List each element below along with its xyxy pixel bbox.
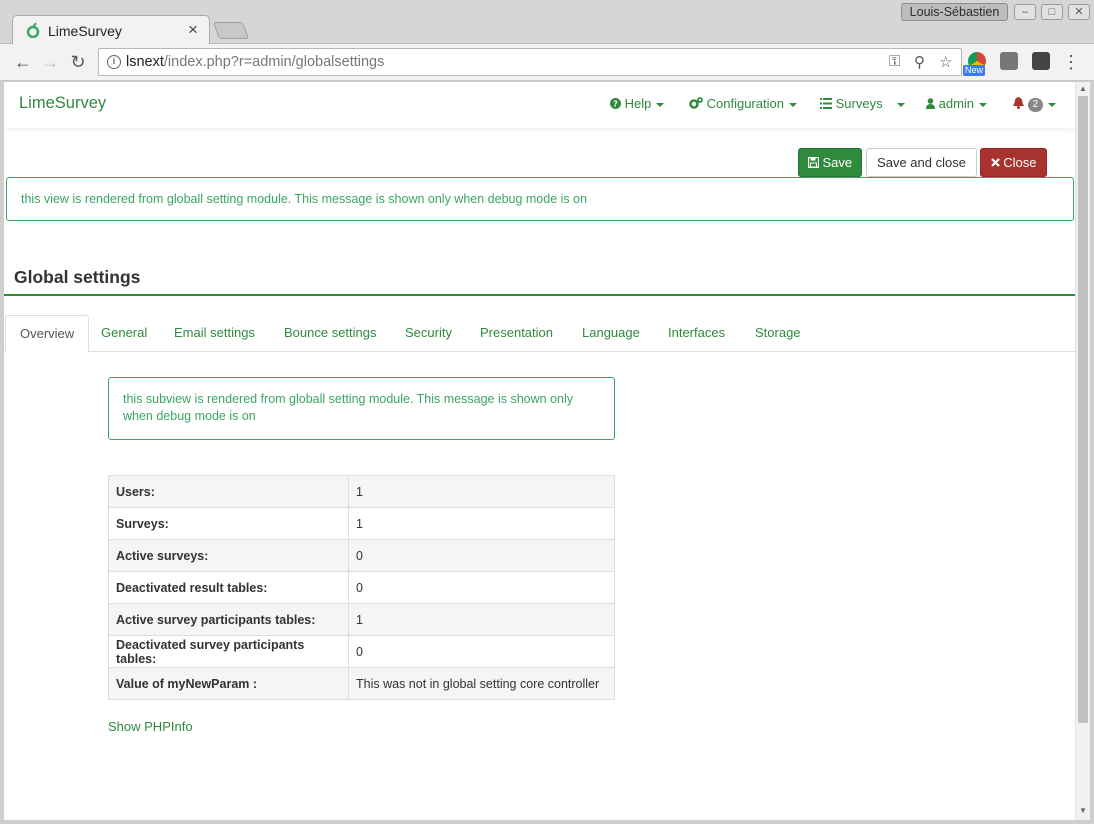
table-row: Active surveys: 0 xyxy=(108,539,615,572)
stat-label: Active survey participants tables: xyxy=(108,603,349,636)
save-label: Save xyxy=(822,155,853,170)
limesurvey-favicon-icon xyxy=(26,22,40,38)
url-text[interactable]: lsnext/index.php?r=admin/globalsettings xyxy=(126,54,384,70)
bookmark-star-icon[interactable]: ☆ xyxy=(939,53,952,71)
notifications-menu[interactable]: 2 xyxy=(1013,96,1057,112)
settings-tabs: Overview General Email settings Bounce s… xyxy=(4,315,1075,353)
cogs-icon xyxy=(689,97,703,109)
info-icon[interactable]: i xyxy=(107,55,121,69)
tab-bounce-settings[interactable]: Bounce settings xyxy=(270,315,391,352)
table-row: Users: 1 xyxy=(108,475,615,508)
key-icon[interactable]: ⚿ xyxy=(889,53,900,70)
browser-menu-icon[interactable]: ⋮ xyxy=(1060,51,1082,73)
new-tab-button[interactable] xyxy=(212,22,250,39)
j-extension-icon[interactable] xyxy=(1032,52,1050,70)
stat-value: 1 xyxy=(348,603,615,636)
close-button[interactable]: Close xyxy=(980,148,1047,177)
page-viewport: LimeSurvey ? Help Configuration Surveys … xyxy=(4,82,1075,820)
table-row: Deactivated survey participants tables: 0 xyxy=(108,635,615,668)
debug-alert: this view is rendered from globall setti… xyxy=(6,177,1074,221)
minimize-window-button[interactable]: – xyxy=(1014,4,1036,20)
tab-language[interactable]: Language xyxy=(568,315,654,352)
tab-storage[interactable]: Storage xyxy=(741,315,815,352)
browser-tab[interactable]: LimeSurvey × xyxy=(12,15,210,45)
configuration-label: Configuration xyxy=(706,96,784,111)
user-icon xyxy=(926,98,935,109)
configuration-menu[interactable]: Configuration xyxy=(689,96,797,111)
help-menu[interactable]: ? Help xyxy=(610,96,665,111)
stat-label: Users: xyxy=(108,475,349,508)
stat-label: Surveys: xyxy=(108,507,349,540)
tab-general[interactable]: General xyxy=(87,315,161,352)
profile-name[interactable]: Louis-Sébastien xyxy=(901,3,1008,21)
stat-label: Active surveys: xyxy=(108,539,349,572)
browser-toolbar: ← → ↻ i lsnext/index.php?r=admin/globals… xyxy=(0,44,1094,81)
show-phpinfo-link[interactable]: Show PHPInfo xyxy=(108,719,193,734)
admin-label: admin xyxy=(938,96,975,111)
close-label: Close xyxy=(1003,155,1037,170)
surveys-dropdown-toggle[interactable] xyxy=(892,96,905,111)
zoom-icon[interactable]: ⚲ xyxy=(914,53,925,71)
title-divider xyxy=(4,294,1075,296)
help-label: Help xyxy=(624,96,652,111)
back-arrow-icon[interactable]: ← xyxy=(12,51,34,73)
top-navbar: LimeSurvey ? Help Configuration Surveys … xyxy=(4,82,1075,128)
table-row: Value of myNewParam : This was not in glo… xyxy=(108,667,615,700)
stat-label: Value of myNewParam : xyxy=(108,667,349,700)
tab-email-settings[interactable]: Email settings xyxy=(160,315,269,352)
tab-title: LimeSurvey xyxy=(48,23,122,39)
scroll-down-icon[interactable]: ▼ xyxy=(1079,806,1087,815)
stat-value: This was not in global setting core cont… xyxy=(348,667,615,700)
table-row: Deactivated result tables: 0 xyxy=(108,571,615,604)
tab-interfaces[interactable]: Interfaces xyxy=(654,315,739,352)
surveys-label: Surveys xyxy=(835,96,883,111)
stat-value: 0 xyxy=(348,635,615,668)
browser-titlebar: LimeSurvey × Louis-Sébastien – □ ✕ xyxy=(0,0,1094,45)
question-circle-icon: ? xyxy=(610,98,621,109)
page-scrollbar[interactable]: ▲ ▼ xyxy=(1075,82,1090,820)
image-extension-icon[interactable] xyxy=(1000,52,1018,70)
bell-icon xyxy=(1013,97,1024,109)
table-row: Active survey participants tables: 1 xyxy=(108,603,615,636)
close-window-button[interactable]: ✕ xyxy=(1068,4,1090,20)
list-icon xyxy=(820,98,832,109)
floppy-disk-icon xyxy=(807,156,819,169)
overview-stats-table: Users: 1 Surveys: 1 Active surveys: 0 Deact… xyxy=(108,475,615,700)
maximize-window-button[interactable]: □ xyxy=(1041,4,1063,20)
surveys-menu[interactable]: Surveys xyxy=(820,96,883,111)
close-icon xyxy=(990,158,1000,167)
tab-close-icon[interactable]: × xyxy=(188,20,198,40)
stat-value: 1 xyxy=(348,507,615,540)
svg-text:?: ? xyxy=(613,99,618,109)
reload-icon[interactable]: ↻ xyxy=(67,51,89,73)
address-bar[interactable]: i lsnext/index.php?r=admin/globalsetting… xyxy=(98,48,962,76)
chevron-down-icon xyxy=(1048,102,1057,107)
stat-value: 1 xyxy=(348,475,615,508)
tab-overview[interactable]: Overview xyxy=(5,315,90,353)
table-row: Surveys: 1 xyxy=(108,507,615,540)
chevron-down-icon xyxy=(656,102,665,107)
save-and-close-button[interactable]: Save and close xyxy=(866,148,977,177)
save-button[interactable]: Save xyxy=(798,148,862,177)
stat-value: 0 xyxy=(348,539,615,572)
forward-arrow-icon[interactable]: → xyxy=(39,51,61,73)
new-badge: New xyxy=(963,65,986,76)
brand-link[interactable]: LimeSurvey xyxy=(19,94,106,113)
stat-label: Deactivated result tables: xyxy=(108,571,349,604)
scrollbar-thumb[interactable] xyxy=(1078,96,1088,723)
tab-presentation[interactable]: Presentation xyxy=(466,315,567,352)
page-title: Global settings xyxy=(14,267,141,287)
tab-security[interactable]: Security xyxy=(391,315,466,352)
chevron-down-icon xyxy=(979,102,988,107)
chevron-down-icon xyxy=(897,102,905,107)
subview-debug-alert: this subview is rendered from globall se… xyxy=(108,377,615,440)
chevron-down-icon xyxy=(788,102,797,107)
scroll-up-icon[interactable]: ▲ xyxy=(1079,84,1087,93)
stat-value: 0 xyxy=(348,571,615,604)
stat-label: Deactivated survey participants tables: xyxy=(108,635,349,668)
notification-count-badge: 2 xyxy=(1027,97,1044,112)
admin-menu[interactable]: admin xyxy=(926,96,988,111)
